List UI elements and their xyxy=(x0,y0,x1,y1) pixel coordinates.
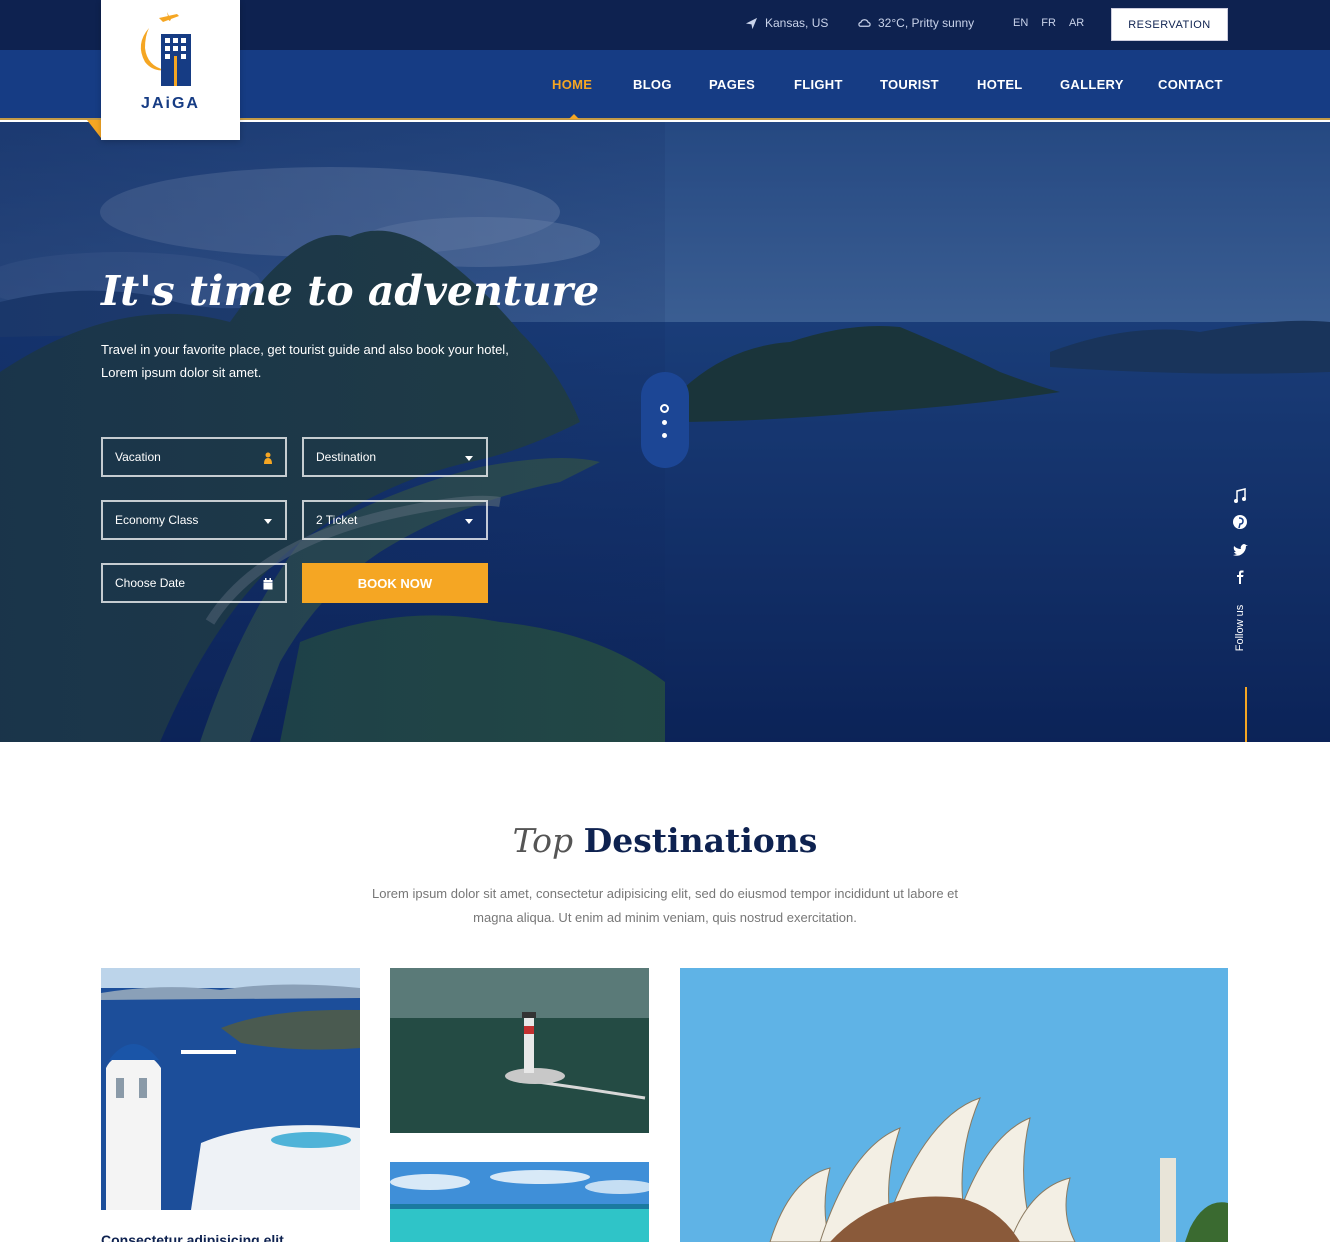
nav-blog[interactable]: BLOG xyxy=(633,77,672,92)
destination-card-lighthouse[interactable] xyxy=(390,968,649,1133)
destination-card-sydney[interactable] xyxy=(680,968,1228,1242)
section-description-line-2: magna aliqua. Ut enim ad minim veniam, q… xyxy=(473,910,857,925)
brand-logo[interactable]: JAiGA xyxy=(101,0,240,140)
hero-subtitle: Travel in your favorite place, get touri… xyxy=(101,338,601,384)
facebook-icon[interactable] xyxy=(1231,568,1249,586)
location-info: Kansas, US xyxy=(745,16,828,30)
destination-select[interactable]: Destination xyxy=(302,437,488,477)
hero-section: It's time to adventure Travel in your fa… xyxy=(0,122,1330,742)
nav-tourist[interactable]: TOURIST xyxy=(880,77,939,92)
slide-dot-2[interactable] xyxy=(662,420,667,425)
hero-subtitle-line-2: Lorem ipsum dolor sit amet. xyxy=(101,365,262,380)
destination-card-beach[interactable] xyxy=(390,1162,649,1242)
vacation-field-label: Vacation xyxy=(115,450,161,464)
santorini-image xyxy=(101,968,360,1210)
hero-subtitle-line-1: Travel in your favorite place, get touri… xyxy=(101,342,509,357)
sydney-opera-house-image xyxy=(680,968,1228,1242)
weather-info: 32°C, Pritty sunny xyxy=(858,16,974,30)
chevron-down-icon xyxy=(264,519,272,524)
reservation-button[interactable]: RESERVATION xyxy=(1111,8,1228,41)
logo-fold-decoration xyxy=(87,120,101,138)
twitter-icon[interactable] xyxy=(1231,542,1249,560)
chevron-down-icon xyxy=(465,519,473,524)
chevron-down-icon xyxy=(465,456,473,461)
ticket-select-label: 2 Ticket xyxy=(316,513,358,527)
date-field-label: Choose Date xyxy=(115,576,186,590)
brand-name: JAiGA xyxy=(141,95,200,112)
pinterest-icon[interactable] xyxy=(1231,513,1249,531)
nav-hotel[interactable]: HOTEL xyxy=(977,77,1023,92)
active-nav-indicator xyxy=(569,114,579,119)
nav-pages[interactable]: PAGES xyxy=(709,77,755,92)
send-icon xyxy=(745,17,758,29)
section-title-bold: Destinations xyxy=(583,821,818,860)
lighthouse-image xyxy=(390,968,649,1133)
lang-ar[interactable]: AR xyxy=(1069,17,1084,29)
lang-fr[interactable]: FR xyxy=(1041,17,1056,29)
class-select-label: Economy Class xyxy=(115,513,199,527)
book-now-button[interactable]: BOOK NOW xyxy=(302,563,488,603)
follow-us-label: Follow us xyxy=(1234,604,1246,652)
nav-home[interactable]: HOME xyxy=(552,77,592,92)
section-description: Lorem ipsum dolor sit amet, consectetur … xyxy=(300,882,1030,930)
section-title: Top Destinations xyxy=(0,821,1330,860)
destination-select-label: Destination xyxy=(316,450,377,464)
slide-dot-1[interactable] xyxy=(660,404,669,413)
lang-en[interactable]: EN xyxy=(1013,17,1028,29)
logo-mark-icon xyxy=(140,12,191,86)
language-switcher: EN FR AR xyxy=(1013,17,1084,29)
person-icon xyxy=(264,452,272,464)
follow-us-line xyxy=(1245,687,1247,742)
section-title-light: Top xyxy=(512,821,574,860)
slide-dot-3[interactable] xyxy=(662,433,667,438)
location-text: Kansas, US xyxy=(765,16,829,30)
destination-card-caption[interactable]: Consectetur adipisicing elit xyxy=(101,1232,284,1242)
nav-contact[interactable]: CONTACT xyxy=(1158,77,1223,92)
hero-title: It's time to adventure xyxy=(101,267,600,315)
class-select[interactable]: Economy Class xyxy=(101,500,287,540)
destination-card-santorini[interactable] xyxy=(101,968,360,1210)
weather-icon xyxy=(858,18,871,27)
slider-pagination xyxy=(641,372,689,468)
nav-gallery[interactable]: GALLERY xyxy=(1060,77,1124,92)
date-field[interactable]: Choose Date xyxy=(101,563,287,603)
beach-image xyxy=(390,1162,649,1242)
section-description-line-1: Lorem ipsum dolor sit amet, consectetur … xyxy=(371,886,959,901)
weather-text: 32°C, Pritty sunny xyxy=(878,16,975,30)
music-icon[interactable] xyxy=(1231,487,1249,505)
ticket-select[interactable]: 2 Ticket xyxy=(302,500,488,540)
vacation-field[interactable]: Vacation xyxy=(101,437,287,477)
nav-flight[interactable]: FLIGHT xyxy=(794,77,843,92)
calendar-icon xyxy=(263,578,273,590)
